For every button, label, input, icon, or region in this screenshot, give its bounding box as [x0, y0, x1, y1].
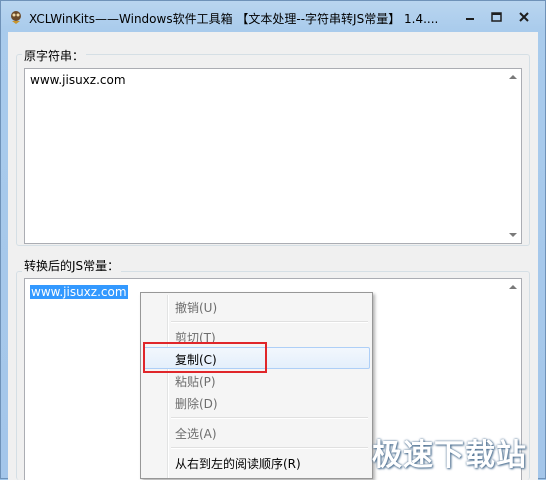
- maximize-button[interactable]: [485, 8, 507, 25]
- menu-item-label: 从右到左的阅读顺序(R): [175, 457, 301, 471]
- menu-item-undo[interactable]: 撤销(U): [143, 295, 370, 317]
- menu-item-delete[interactable]: 删除(D): [143, 391, 370, 413]
- menu-item-label: 撤销(U): [175, 301, 218, 315]
- menu-separator: [171, 321, 368, 323]
- copy-highlight-annotation: [143, 342, 267, 373]
- minimize-button[interactable]: [459, 8, 481, 25]
- menu-separator: [171, 417, 368, 419]
- context-menu: 撤销(U) 剪切(T) 复制(C) 粘贴(P) 删除(D) 全选(A) 从右到左…: [140, 292, 373, 479]
- menu-item-label: 全选(A): [175, 427, 217, 441]
- source-scrollbar[interactable]: [505, 69, 521, 243]
- app-icon[interactable]: [8, 9, 24, 25]
- menu-item-label: 粘贴(P): [175, 375, 216, 389]
- result-text-line: www.jisuxz.com: [30, 285, 128, 299]
- maximize-icon: [490, 11, 502, 22]
- menu-item-label: 删除(D): [175, 397, 218, 411]
- menu-separator: [171, 447, 368, 449]
- scroll-up-icon[interactable]: [509, 75, 517, 79]
- selected-result-text: www.jisuxz.com: [30, 285, 128, 299]
- minimize-icon: [466, 17, 474, 20]
- menu-item-rtl-reading-order[interactable]: 从右到左的阅读顺序(R): [143, 451, 370, 473]
- close-button[interactable]: [513, 8, 535, 25]
- scroll-down-icon[interactable]: [509, 233, 517, 237]
- source-text: www.jisuxz.com: [30, 73, 126, 87]
- watermark-logo: 极速下载站: [372, 438, 527, 473]
- source-textarea[interactable]: www.jisuxz.com: [24, 68, 522, 244]
- scroll-up-icon[interactable]: [509, 285, 517, 289]
- window-title: XCLWinKits——Windows软件工具箱 【文本处理--字符串转JS常量…: [29, 12, 439, 26]
- result-group-label: 转换后的JS常量：: [22, 257, 122, 274]
- source-group-label: 原字符串：: [22, 47, 87, 64]
- menu-item-select-all[interactable]: 全选(A): [143, 421, 370, 443]
- title-bar[interactable]: XCLWinKits——Windows软件工具箱 【文本处理--字符串转JS常量…: [1, 1, 545, 31]
- close-icon: [519, 11, 529, 22]
